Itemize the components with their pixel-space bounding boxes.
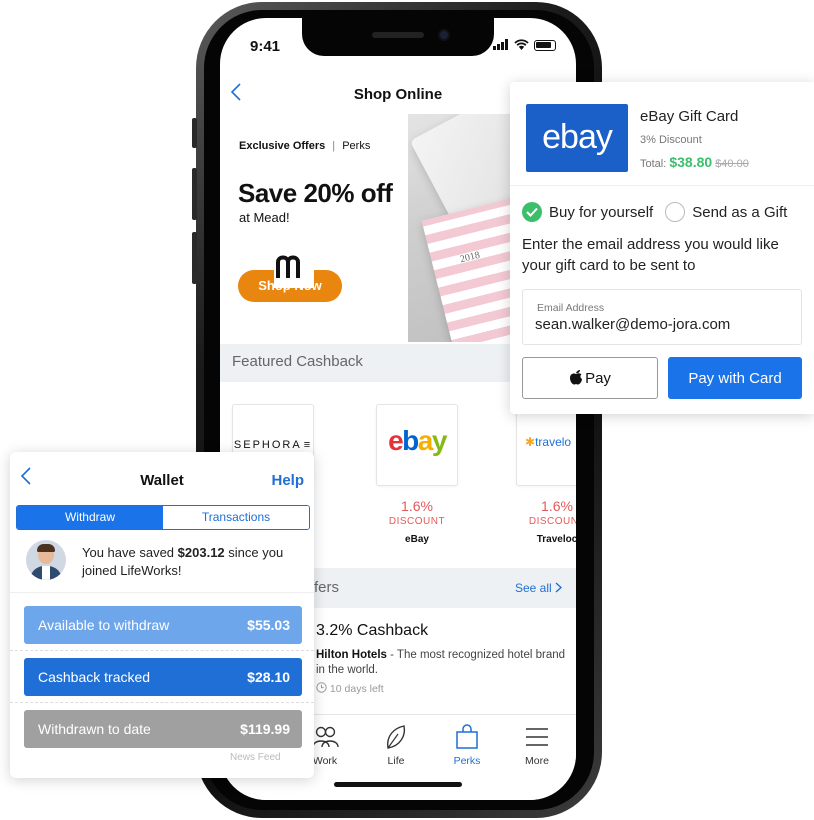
ebay-logo: ebay	[526, 104, 628, 172]
wallet-title: Wallet	[140, 472, 184, 489]
gift-card-total: Total: $38.80 $40.00	[640, 154, 749, 170]
time-left-text: 10 days left	[329, 683, 384, 695]
tab-perks[interactable]: Perks	[432, 723, 502, 767]
offer-brand: Hilton Hotels	[316, 649, 387, 661]
divider	[10, 650, 314, 651]
wifi-icon	[514, 38, 529, 53]
option-send-as-gift[interactable]: Send as a Gift	[692, 204, 787, 221]
gift-card-name: eBay Gift Card	[640, 108, 739, 125]
mute-switch	[192, 118, 197, 148]
row-label: Cashback tracked	[38, 669, 151, 685]
help-link[interactable]: Help	[271, 472, 304, 489]
news-feed-ghost-label: News Feed	[230, 752, 281, 763]
apple-pay-button[interactable]: Pay	[522, 357, 658, 399]
shopping-bag-icon	[432, 723, 502, 751]
see-all-label: See all	[514, 581, 552, 595]
shop-discount-label: DISCOUNT	[528, 516, 576, 527]
hero-tag-bold: Exclusive Offers	[239, 140, 326, 152]
status-icons	[493, 38, 556, 53]
avatar	[26, 540, 66, 580]
divider	[10, 592, 314, 593]
wallet-segmented-control: Withdraw Transactions	[16, 505, 310, 530]
row-cashback-tracked[interactable]: Cashback tracked $28.10	[24, 658, 302, 696]
menu-icon	[502, 723, 572, 751]
offer-title[interactable]: 3.2% Cashback	[316, 622, 428, 640]
email-prompt: Enter the email address you would like y…	[522, 236, 779, 274]
savings-message: You have saved $203.12 since you joined …	[82, 545, 284, 578]
apple-pay-label: Pay	[585, 369, 611, 387]
home-indicator[interactable]	[334, 782, 462, 787]
featured-cashback-title: Featured Cashback	[232, 353, 363, 370]
gift-card-discount: 3% Discount	[640, 134, 702, 146]
apple-icon	[569, 369, 585, 387]
row-label: Withdrawn to date	[38, 721, 151, 737]
status-time: 9:41	[250, 38, 281, 55]
offer-time-left: 10 days left	[316, 682, 384, 695]
hero-tag: Exclusive Offers | Perks	[239, 140, 370, 152]
hero-subtitle: at Mead!	[239, 210, 290, 225]
email-field[interactable]: Email Address	[522, 289, 802, 345]
chevron-right-icon	[555, 581, 563, 595]
ebay-logo: ebay	[388, 425, 447, 456]
volume-up-button	[192, 168, 197, 220]
mead-logo	[274, 248, 314, 288]
offers-title: fers	[314, 579, 340, 596]
see-all-link[interactable]: See all	[514, 581, 563, 595]
tab-perks-label: Perks	[453, 755, 481, 767]
option-buy-for-yourself[interactable]: Buy for yourself	[549, 204, 653, 221]
shop-name: eBay	[405, 534, 429, 545]
offer-description: Hilton Hotels - The most recognized hote…	[316, 648, 570, 678]
saved-amount: $203.12	[177, 545, 225, 560]
shop-rate: 1.6%	[401, 498, 433, 514]
hero-tag-rest: Perks	[342, 140, 371, 152]
email-input[interactable]	[535, 316, 797, 333]
email-label: Email Address	[537, 302, 605, 314]
shop-name: Traveloc	[536, 534, 576, 545]
hero-headline: Save 20% off	[238, 178, 393, 208]
radio-checked-icon[interactable]	[522, 202, 542, 222]
original-price: $40.00	[715, 158, 749, 170]
travelocity-logo: ✱travelo	[525, 435, 572, 449]
shop-tile-travelocity[interactable]: ✱travelo	[516, 404, 576, 486]
tab-withdraw[interactable]: Withdraw	[17, 506, 163, 529]
pay-with-card-button[interactable]: Pay with Card	[668, 357, 802, 399]
battery-icon	[534, 40, 556, 51]
notch	[302, 18, 494, 56]
tab-life-label: Life	[387, 755, 405, 767]
signal-icon	[493, 38, 509, 53]
row-value: $28.10	[247, 669, 290, 685]
tab-more[interactable]: More	[502, 723, 572, 767]
tab-transactions[interactable]: Transactions	[163, 506, 309, 529]
tab-life[interactable]: Life	[361, 723, 431, 767]
volume-down-button	[192, 232, 197, 284]
row-available-to-withdraw[interactable]: Available to withdraw $55.03	[24, 606, 302, 644]
gift-card-panel: ebay eBay Gift Card 3% Discount Total: $…	[510, 82, 814, 414]
shop-rate: 1.6%	[541, 498, 573, 514]
row-label: Available to withdraw	[38, 617, 170, 633]
leaf-icon	[361, 723, 431, 751]
tab-more-label: More	[525, 755, 549, 767]
gift-card-header: ebay eBay Gift Card 3% Discount Total: $…	[510, 82, 814, 186]
hero-tag-sep: |	[332, 140, 336, 152]
divider	[10, 702, 314, 703]
clock-icon	[316, 682, 330, 695]
speaker	[372, 32, 424, 38]
wallet-card: Wallet Help Withdraw Transactions You ha…	[10, 452, 314, 778]
row-value: $119.99	[240, 721, 290, 737]
row-withdrawn-to-date[interactable]: Withdrawn to date $119.99	[24, 710, 302, 748]
row-value: $55.03	[247, 617, 290, 633]
total-price: $38.80	[669, 154, 713, 170]
radio-unchecked-icon[interactable]	[665, 202, 686, 222]
shop-tile-ebay[interactable]: ebay	[376, 404, 458, 486]
camera-icon	[438, 29, 450, 41]
shop-discount-label: DISCOUNT	[388, 516, 446, 527]
sephora-logo: SEPHORA ≡	[233, 439, 313, 451]
recipient-options: Buy for yourself Send as a Gift	[522, 202, 787, 222]
